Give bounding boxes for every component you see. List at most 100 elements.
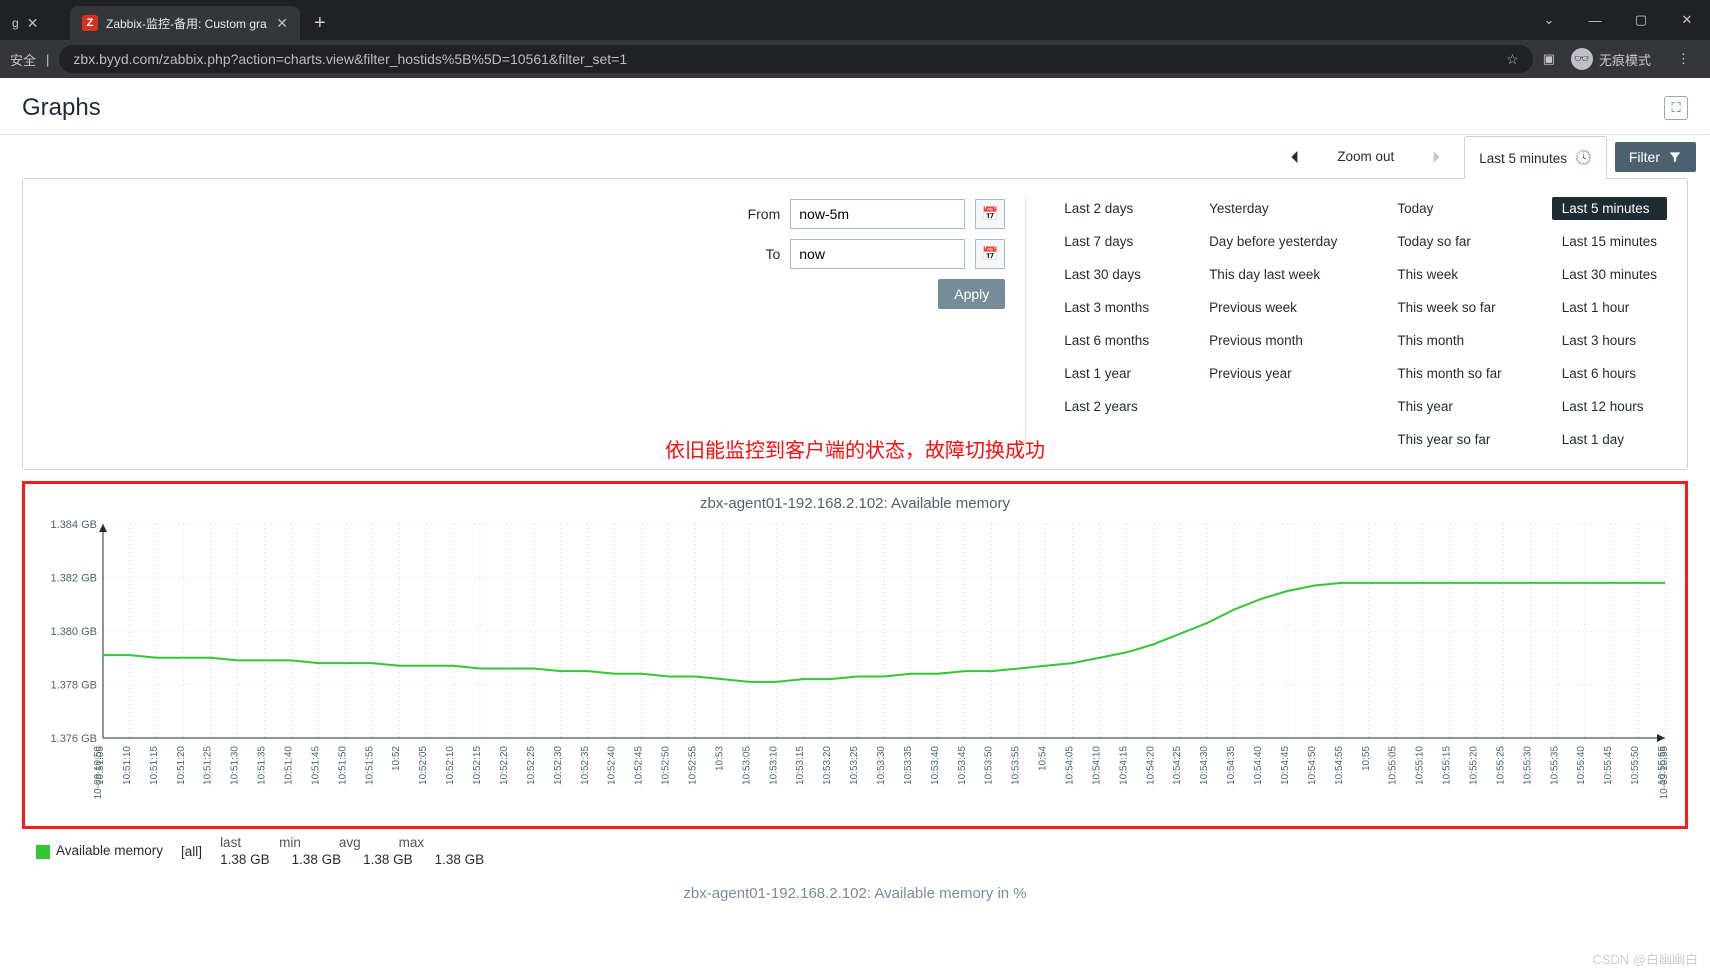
preset-range[interactable]: Today so far	[1387, 230, 1511, 253]
legend-scope: [all]	[181, 844, 202, 859]
preset-range[interactable]: Last 1 year	[1054, 362, 1159, 385]
browser-tab-active[interactable]: Z Zabbix-监控-备用: Custom gra ✕	[70, 6, 300, 40]
preset-range[interactable]: Last 3 hours	[1552, 329, 1667, 352]
preset-range[interactable]: Previous week	[1199, 296, 1347, 319]
svg-text:10:53: 10:53	[714, 746, 725, 771]
incognito-indicator[interactable]: 👓 无痕模式	[1565, 48, 1657, 70]
preset-range[interactable]: This week	[1387, 263, 1511, 286]
svg-text:10:51:45: 10:51:45	[310, 746, 321, 785]
svg-text:1.378 GB: 1.378 GB	[51, 680, 97, 692]
svg-text:10:55: 10:55	[1361, 746, 1372, 771]
preset-range[interactable]: Last 30 minutes	[1552, 263, 1667, 286]
svg-text:1.376 GB: 1.376 GB	[51, 733, 97, 745]
svg-text:10:53:35: 10:53:35	[903, 746, 914, 785]
preset-range[interactable]: Last 5 minutes	[1552, 197, 1667, 220]
svg-text:10:53:55: 10:53:55	[1011, 746, 1022, 785]
browser-tab-strip: g ✕ Z Zabbix-监控-备用: Custom gra ✕ + ⌄ — ▢…	[0, 0, 1710, 40]
svg-text:10:52:55: 10:52:55	[687, 746, 698, 785]
preset-range[interactable]: Last 6 hours	[1552, 362, 1667, 385]
window-maximize-button[interactable]: ▢	[1618, 0, 1664, 40]
close-tab-icon[interactable]: ✕	[27, 15, 39, 32]
url-text: zbx.byyd.com/zabbix.php?action=charts.vi…	[73, 51, 627, 67]
preset-range[interactable]: Last 2 years	[1054, 395, 1159, 418]
fullscreen-button[interactable]: ⛶	[1664, 96, 1688, 120]
svg-text:10:51:15: 10:51:15	[149, 746, 160, 785]
preset-range[interactable]: Last 2 days	[1054, 197, 1159, 220]
legend-headers: lastminavgmax	[220, 835, 484, 850]
svg-text:10:54:10: 10:54:10	[1091, 746, 1102, 785]
svg-text:10:51:35: 10:51:35	[257, 746, 268, 785]
chart2-title: zbx-agent01-192.168.2.102: Available mem…	[22, 885, 1688, 902]
next-range-button[interactable]	[1416, 135, 1456, 178]
preset-range[interactable]: Last 30 days	[1054, 263, 1159, 286]
security-info[interactable]: 安全	[10, 50, 36, 69]
preset-range[interactable]: Last 7 days	[1054, 230, 1159, 253]
browser-address-bar: 安全 | zbx.byyd.com/zabbix.php?action=char…	[0, 40, 1710, 78]
prev-range-button[interactable]	[1275, 135, 1315, 178]
preset-range[interactable]: Last 1 hour	[1552, 296, 1667, 319]
preset-range[interactable]: Previous month	[1199, 329, 1347, 352]
svg-text:10:51:10: 10:51:10	[122, 746, 133, 785]
menu-icon[interactable]: ⋮	[1667, 51, 1700, 67]
preset-range[interactable]: Yesterday	[1199, 197, 1347, 220]
legend-series: Available memory	[36, 843, 163, 858]
svg-text:10:51:40: 10:51:40	[284, 746, 295, 785]
preset-range[interactable]: Day before yesterday	[1199, 230, 1347, 253]
window-close-button[interactable]: ✕	[1664, 0, 1710, 40]
filter-button[interactable]: Filter	[1615, 142, 1696, 172]
preset-range[interactable]: This year so far	[1387, 428, 1511, 451]
window-minimize-button[interactable]: —	[1572, 0, 1618, 40]
svg-text:10:54: 10:54	[1038, 746, 1049, 771]
preset-range[interactable]: This month so far	[1387, 362, 1511, 385]
svg-text:10:52:10: 10:52:10	[445, 746, 456, 785]
preset-range[interactable]: Last 12 hours	[1552, 395, 1667, 418]
browser-tab-inactive[interactable]: g ✕	[0, 6, 70, 40]
svg-text:10:53:15: 10:53:15	[795, 746, 806, 785]
svg-text:10:55:15: 10:55:15	[1442, 746, 1453, 785]
tab-title: Zabbix-监控-备用: Custom gra	[106, 15, 267, 32]
preset-range[interactable]: Today	[1387, 197, 1511, 220]
preset-range[interactable]: This year	[1387, 395, 1511, 418]
chevron-down-icon[interactable]: ⌄	[1526, 0, 1572, 40]
chart-title: zbx-agent01-192.168.2.102: Available mem…	[35, 495, 1675, 512]
preset-range[interactable]: Last 6 months	[1054, 329, 1159, 352]
svg-text:10:54:45: 10:54:45	[1280, 746, 1291, 785]
svg-text:10:52:05: 10:52:05	[418, 746, 429, 785]
preset-range[interactable]: This month	[1387, 329, 1511, 352]
preset-range[interactable]: This week so far	[1387, 296, 1511, 319]
watermark: CSDN @白幽幽白	[1592, 949, 1698, 968]
svg-text:1.382 GB: 1.382 GB	[51, 573, 97, 585]
svg-text:10:54:40: 10:54:40	[1253, 746, 1264, 785]
svg-text:10:53:30: 10:53:30	[876, 746, 887, 785]
url-field[interactable]: zbx.byyd.com/zabbix.php?action=charts.vi…	[59, 45, 1532, 73]
funnel-icon	[1668, 150, 1682, 164]
separator: |	[46, 52, 49, 67]
svg-text:10:53:40: 10:53:40	[930, 746, 941, 785]
preset-range[interactable]: Last 1 day	[1552, 428, 1667, 451]
memory-chart: 1.376 GB1.378 GB1.380 GB1.382 GB1.384 GB…	[35, 516, 1675, 816]
svg-text:10:52:40: 10:52:40	[607, 746, 618, 785]
preset-range[interactable]: This day last week	[1199, 263, 1347, 286]
svg-text:10:53:50: 10:53:50	[984, 746, 995, 785]
extensions-icon[interactable]: ▣	[1543, 51, 1555, 67]
svg-text:10:54:55: 10:54:55	[1334, 746, 1345, 785]
svg-text:10:52:20: 10:52:20	[499, 746, 510, 785]
close-tab-icon[interactable]: ✕	[276, 15, 288, 32]
clock-icon: 🕓	[1575, 150, 1592, 166]
new-tab-button[interactable]: +	[300, 6, 340, 40]
tab-label-fragment: g	[12, 16, 19, 30]
calendar-icon[interactable]: 📅	[975, 239, 1005, 269]
zoom-out-button[interactable]: Zoom out	[1323, 135, 1408, 178]
preset-range[interactable]: Previous year	[1199, 362, 1347, 385]
calendar-icon[interactable]: 📅	[975, 199, 1005, 229]
time-range-tab[interactable]: Last 5 minutes 🕓	[1464, 136, 1607, 179]
svg-text:10:51:55: 10:51:55	[364, 746, 375, 785]
to-input[interactable]	[790, 239, 965, 269]
svg-text:10:54:20: 10:54:20	[1145, 746, 1156, 785]
preset-range[interactable]: Last 15 minutes	[1552, 230, 1667, 253]
preset-range[interactable]: Last 3 months	[1054, 296, 1159, 319]
bookmark-star-icon[interactable]: ☆	[1506, 51, 1519, 68]
apply-button[interactable]: Apply	[938, 279, 1005, 309]
incognito-label: 无痕模式	[1599, 50, 1651, 69]
from-input[interactable]	[790, 199, 965, 229]
